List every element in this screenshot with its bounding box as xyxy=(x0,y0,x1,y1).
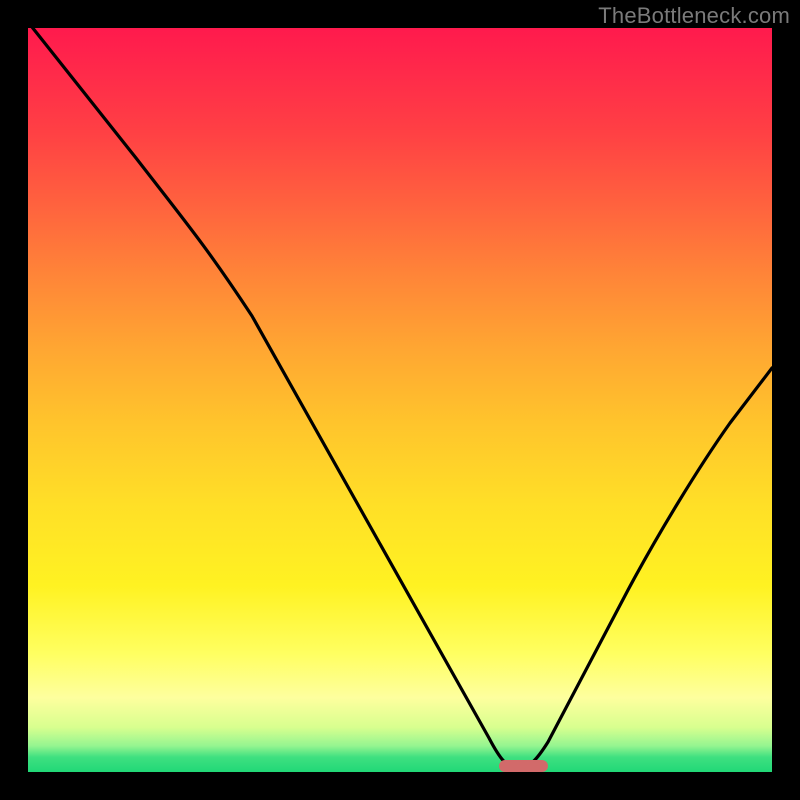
plot-area xyxy=(28,28,772,772)
heat-gradient-background xyxy=(28,28,772,772)
watermark-text: TheBottleneck.com xyxy=(598,3,790,29)
optimal-marker xyxy=(499,760,548,772)
chart-frame: TheBottleneck.com xyxy=(0,0,800,800)
